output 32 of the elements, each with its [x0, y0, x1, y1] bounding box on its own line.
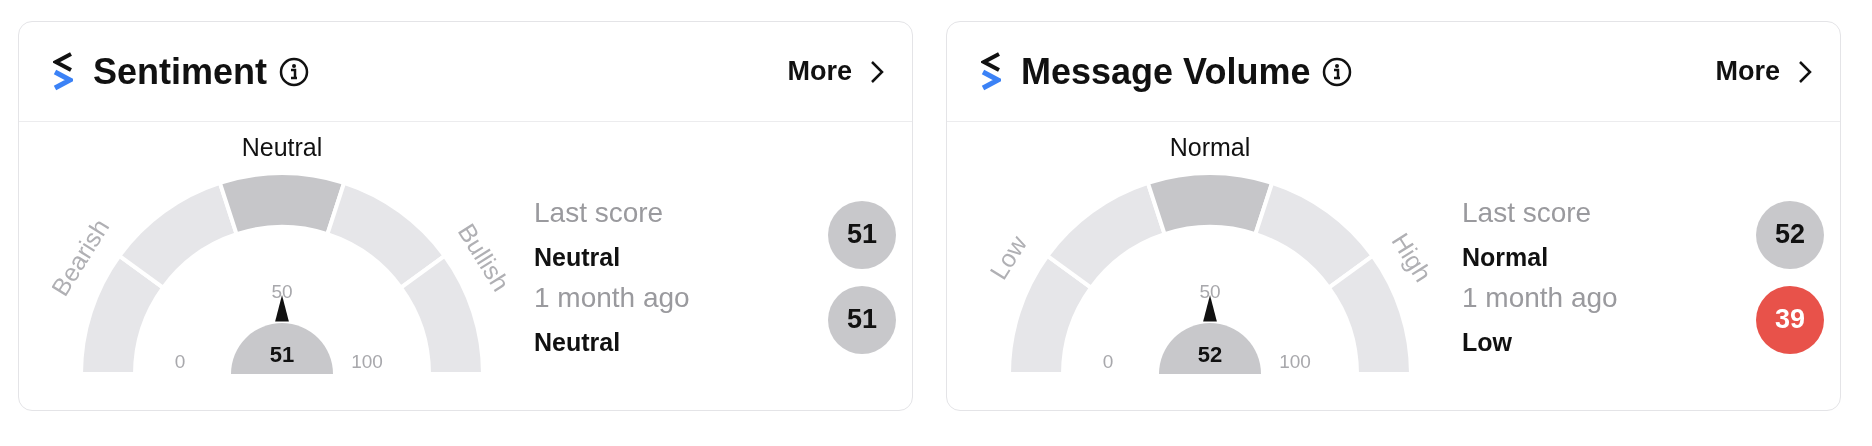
- gauge-value: 52: [1197, 342, 1223, 367]
- score-badge: 52: [1756, 200, 1824, 269]
- score-status: Normal: [1462, 243, 1550, 272]
- gauge-tick: 50: [271, 281, 293, 302]
- card-title: Message Volume: [1021, 50, 1311, 93]
- score-status: Low: [1462, 328, 1513, 357]
- gauge-tick: 100: [351, 351, 383, 372]
- gauge-tick: 0: [1102, 351, 1114, 372]
- gauge-tick: 100: [1279, 351, 1311, 372]
- chevron-right-icon: [870, 59, 884, 84]
- chevron-right-icon: [1798, 59, 1812, 84]
- logo-icon: [981, 51, 1001, 92]
- gauge-tick: 0: [174, 351, 186, 372]
- score-label: Last score: [534, 197, 664, 229]
- score-badge: 51: [828, 285, 896, 354]
- card-title: Sentiment: [93, 50, 268, 93]
- score-label: 1 month ago: [534, 282, 690, 314]
- gauge-tick: 50: [1199, 281, 1221, 302]
- gauge-value: 51: [269, 342, 295, 367]
- gauge-label: Normal: [1169, 133, 1251, 161]
- logo-icon: [53, 51, 73, 92]
- score-badge: 51: [828, 200, 896, 269]
- more-link[interactable]: More: [787, 56, 884, 87]
- score-badge: 39: [1756, 285, 1824, 354]
- info-icon[interactable]: [1322, 56, 1353, 87]
- more-link[interactable]: More: [1715, 56, 1812, 87]
- score-label: Last score: [1462, 197, 1592, 229]
- gauge-label: Neutral: [241, 133, 323, 161]
- info-icon[interactable]: [279, 56, 310, 87]
- score-status: Neutral: [534, 328, 622, 357]
- score-status: Neutral: [534, 243, 622, 272]
- score-label: 1 month ago: [1462, 282, 1618, 314]
